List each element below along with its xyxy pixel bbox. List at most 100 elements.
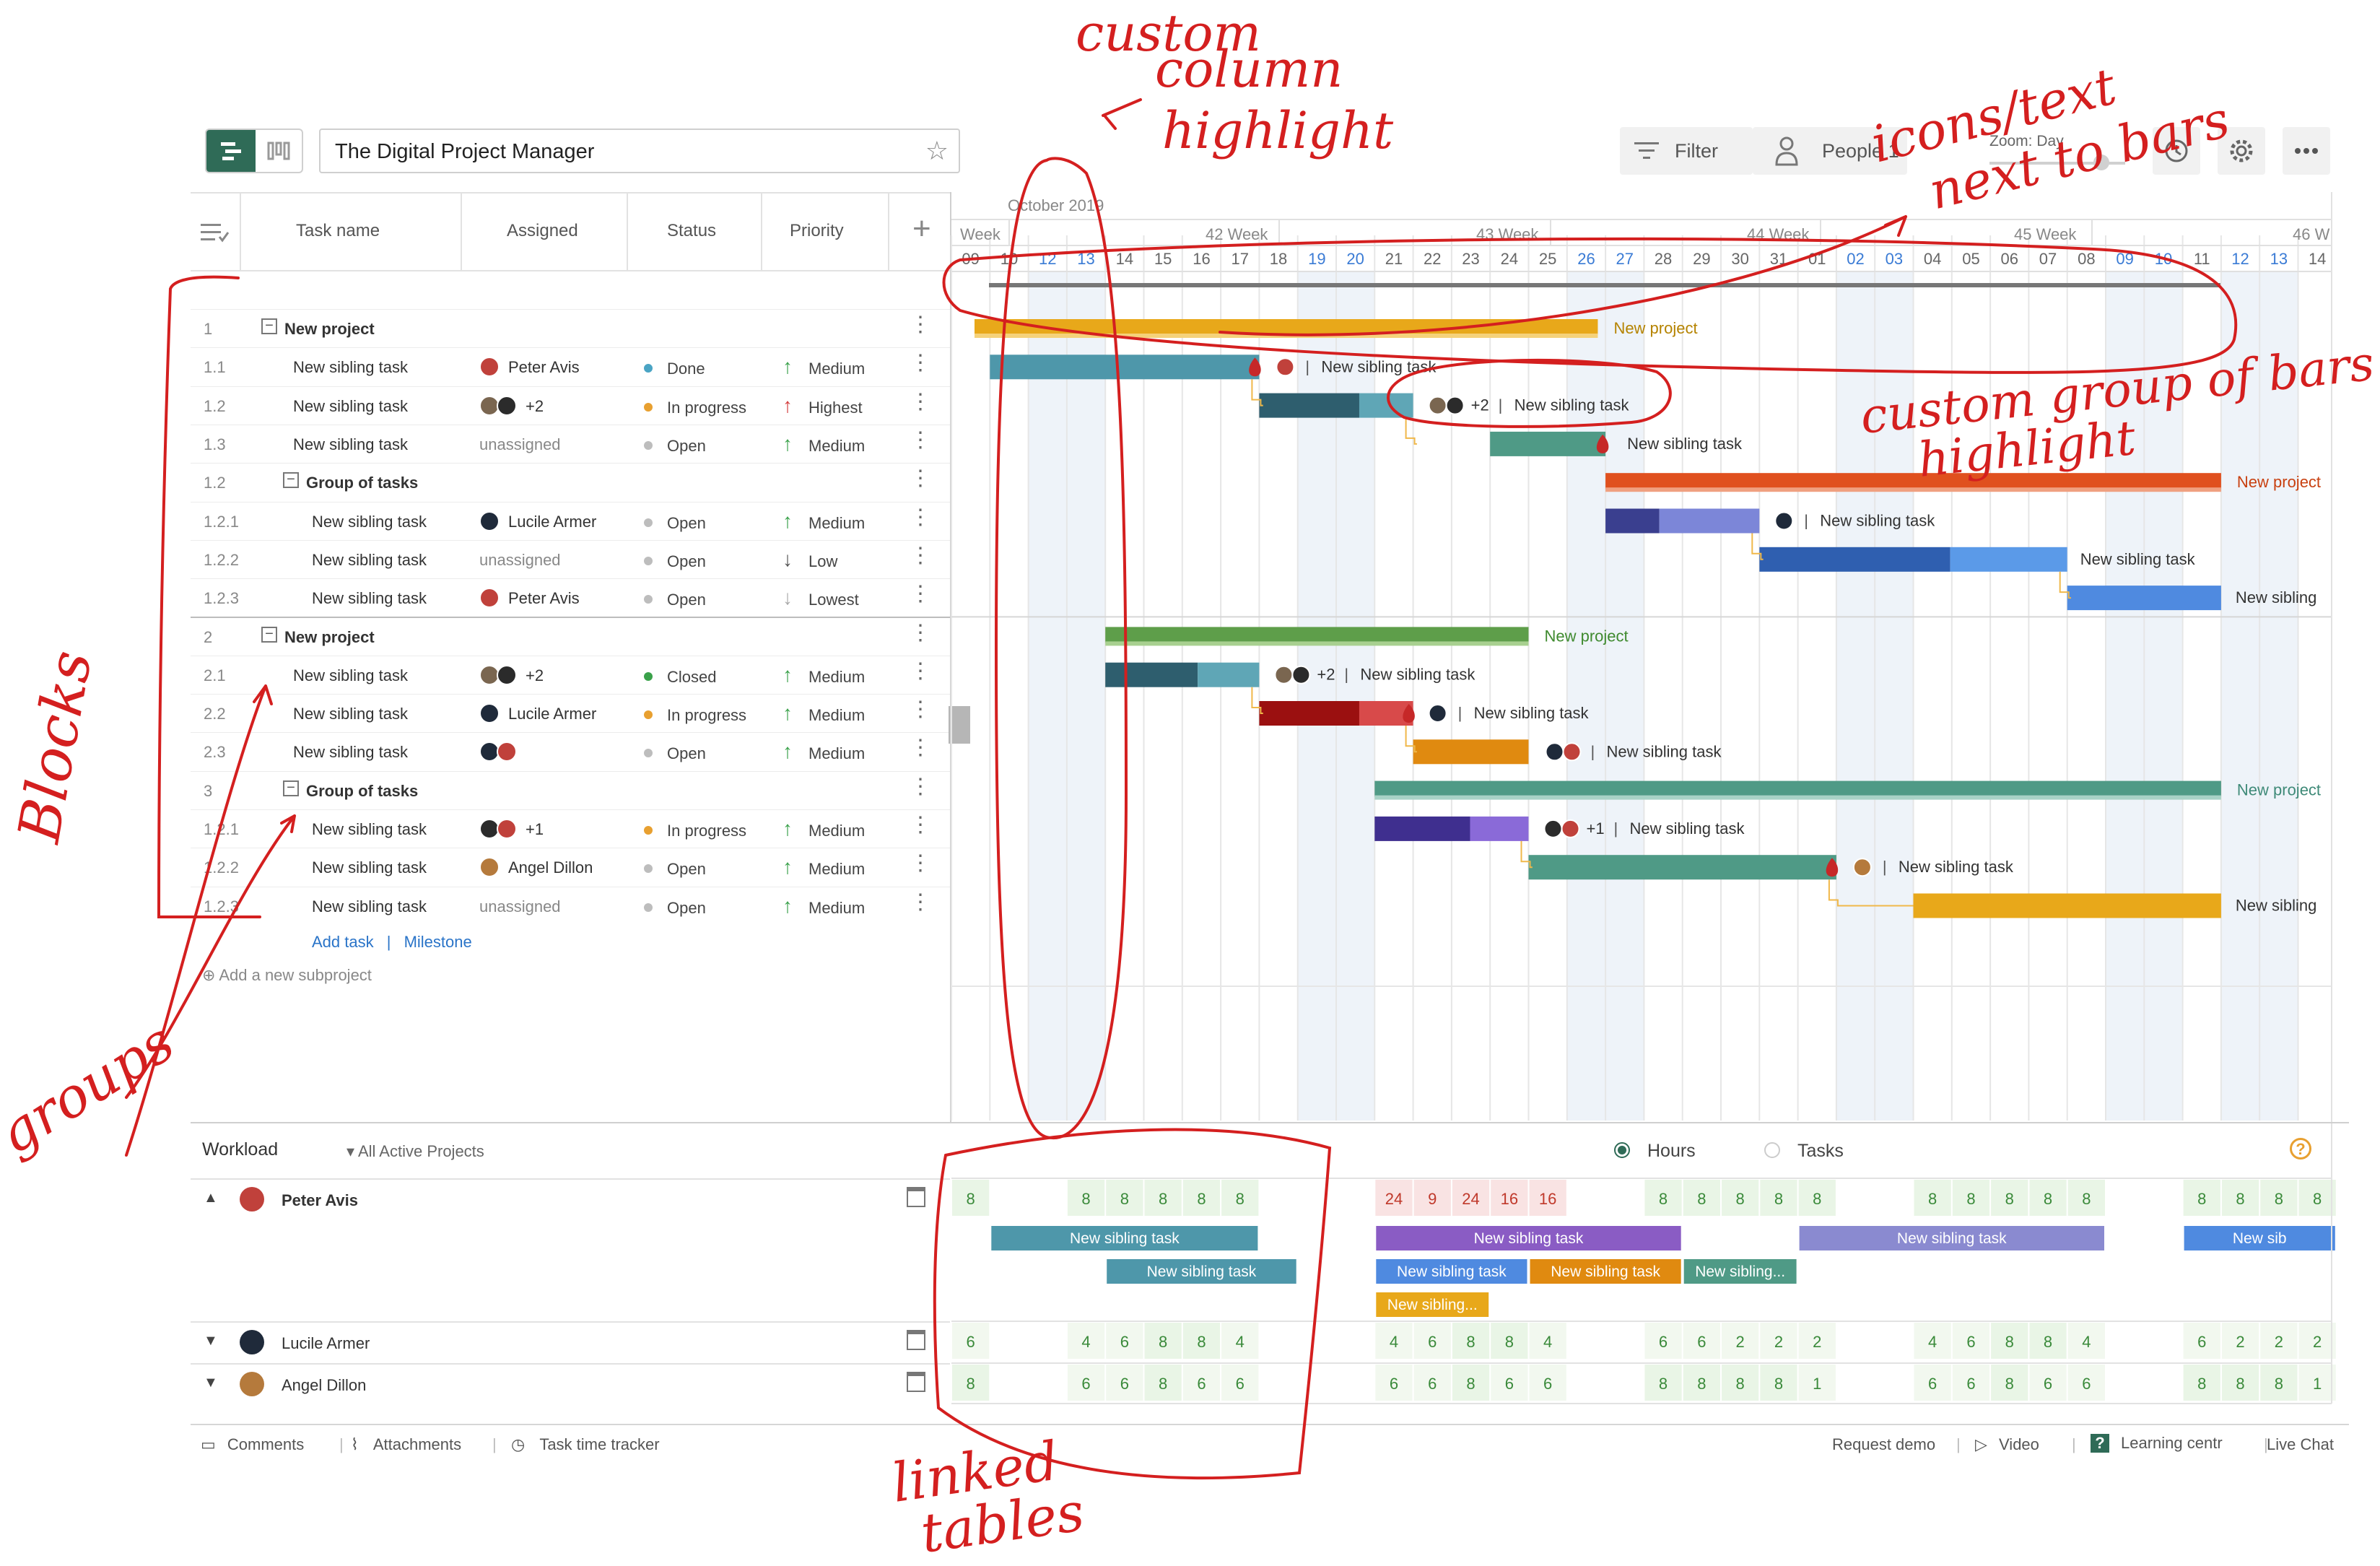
task-bar [1470,816,1529,841]
task-bar [1259,393,1359,418]
day-label: 30 [1731,250,1748,268]
workload-task-label: New sibling... [1387,1297,1478,1313]
workload-value: 8 [1120,1190,1129,1208]
day-label: 14 [2309,250,2326,268]
workload-value: 4 [1390,1333,1398,1351]
weekend-column [2106,271,2145,1121]
calendar-icon[interactable] [907,1330,925,1350]
day-label: 06 [2001,250,2018,268]
workload-task-label: New sibling task [1070,1230,1180,1247]
bar-separator: | [1344,666,1348,684]
weekend-column [1028,271,1067,1121]
workload-task-label: New sibling task [1551,1263,1660,1280]
workload-value: 6 [1081,1375,1090,1393]
day-label: 03 [1886,250,1903,268]
day-label: 11 [2194,250,2210,268]
workload-value: 8 [2197,1190,2206,1208]
expand-caret-icon[interactable]: ▼ [204,1375,218,1391]
workload-value: 2 [2236,1333,2244,1351]
day-label: 14 [1116,250,1133,268]
bar-avatar [1428,704,1447,723]
workload-value: 8 [1966,1190,1975,1208]
task-bar [1105,662,1198,687]
workload-person-name[interactable]: Angel Dillon [282,1376,366,1395]
workload-person-name[interactable]: Lucile Armer [282,1334,370,1353]
expand-caret-icon[interactable]: ▼ [204,1333,218,1349]
task-bar [1759,547,1950,572]
help-icon[interactable]: ? [2290,1138,2311,1160]
attachments-button[interactable]: ⌇ Attachments [351,1435,461,1454]
hours-radio[interactable] [1614,1142,1630,1158]
workload-value: 8 [2044,1333,2052,1351]
week-label: 46 W [2293,225,2330,243]
time-tracker-button[interactable]: ◷ Task time tracker [511,1435,660,1454]
paperclip-icon: ⌇ [351,1435,363,1453]
day-label: 20 [1346,250,1364,268]
day-label: 09 [962,250,979,268]
workload-task-label: New sibling... [1695,1263,1785,1280]
workload-value: 6 [1543,1375,1552,1393]
workload-value: 4 [1236,1333,1245,1351]
hours-label: Hours [1647,1141,1696,1161]
workload-filter[interactable]: ▾ All Active Projects [346,1142,484,1161]
workload-title: Workload [202,1139,279,1160]
workload-value: 6 [1966,1333,1975,1351]
avatar [240,1372,264,1396]
stopwatch-icon: ◷ [511,1435,530,1453]
timeline-span [989,283,2220,287]
workload-value: 8 [2236,1375,2244,1393]
task-bar [1528,855,1836,880]
video-button[interactable]: ▷ Video [1975,1435,2039,1454]
group-bar-underline [1374,795,2221,800]
workload-value: 2 [1736,1333,1745,1351]
day-label: 10 [2155,250,2172,268]
group-bar [1605,473,2221,490]
day-label: 18 [1270,250,1287,268]
workload-task-label: New sib [2233,1230,2287,1247]
avatar [240,1330,264,1354]
workload-value: 4 [1928,1333,1937,1351]
tasks-radio[interactable] [1764,1142,1780,1158]
project-bar [1105,627,1529,643]
workload-value: 8 [1736,1190,1745,1208]
bar-label: New sibling task [1820,512,1935,530]
workload-value: 8 [2005,1190,2014,1208]
bar-avatar [1543,819,1563,838]
workload-value: 8 [1697,1375,1706,1393]
task-bar [1490,431,1606,456]
task-bar [1413,739,1529,765]
weekend-column [2220,271,2260,1121]
calendar-icon[interactable] [907,1372,925,1392]
day-label: 25 [1539,250,1556,268]
workload-value: 6 [1197,1375,1206,1393]
task-bar [1359,393,1413,418]
calendar-icon[interactable] [907,1187,925,1207]
comments-button[interactable]: ▭ Comments [201,1435,304,1454]
workload-value: 8 [1774,1190,1783,1208]
attachments-label: Attachments [372,1435,462,1453]
workload-value: 6 [2044,1375,2052,1393]
day-label: 12 [2231,250,2249,268]
workload-value: 8 [1928,1190,1937,1208]
task-bar [1198,662,1260,687]
workload-value: 6 [2082,1375,2091,1393]
live-chat-button[interactable]: Live Chat [2267,1435,2334,1454]
bar-avatar [1562,742,1582,762]
workload-person-name[interactable]: Peter Avis [282,1191,358,1210]
day-label: 09 [2116,250,2133,268]
week-label: 43 Week [1476,225,1539,243]
chevron-down-icon: ▾ [346,1142,358,1160]
workload-value: 8 [2313,1190,2322,1208]
project-bar-underline [1105,641,1529,646]
footer-divider [191,1424,2349,1425]
workload-value: 8 [2005,1375,2014,1393]
request-demo-button[interactable]: Request demo [1832,1435,1935,1454]
task-bar [1950,547,2067,572]
workload-value: 6 [1428,1375,1437,1393]
learning-centre-button[interactable]: ? Learning centr [2091,1434,2223,1453]
play-icon: ▷ [1975,1435,1992,1453]
workload-value: 8 [967,1375,975,1393]
workload-value: 6 [1120,1333,1129,1351]
week-label: 45 Week [2014,225,2077,243]
collapse-caret-icon[interactable]: ▲ [204,1190,218,1206]
